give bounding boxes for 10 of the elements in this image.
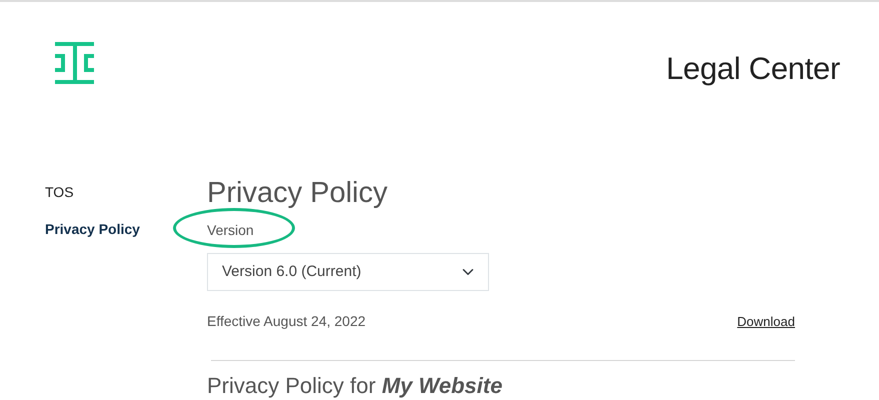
download-link[interactable]: Download (737, 312, 795, 332)
section-title: Privacy Policy for My Website (207, 373, 504, 400)
version-select[interactable]: Version 6.0 (Current) (207, 252, 489, 292)
logo-icon (55, 42, 94, 84)
sidebar-item[interactable]: TOS (45, 182, 207, 203)
site-title: Legal Center (666, 50, 840, 88)
page-title: Privacy Policy (207, 176, 388, 211)
version-label: Version (207, 222, 254, 238)
effective-date: Effective August 24, 2022 (207, 312, 366, 332)
sidebar-item[interactable]: Privacy Policy (45, 219, 207, 240)
